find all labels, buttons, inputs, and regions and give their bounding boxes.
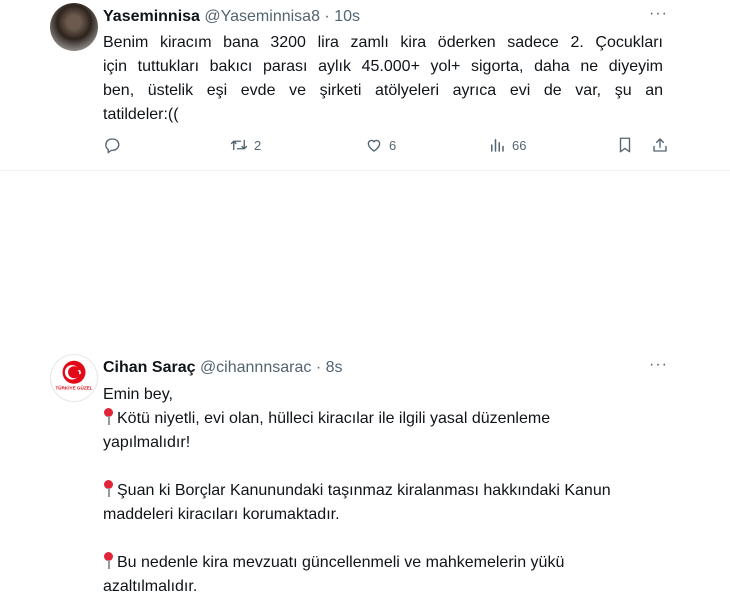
tweet-text-line: Benim kiracım bana 3200 lira zamlı kira … bbox=[103, 34, 663, 51]
display-name[interactable]: Cihan Saraç bbox=[103, 359, 195, 376]
user-handle[interactable]: @cihannnsarac bbox=[200, 359, 311, 376]
timestamp[interactable]: 8s bbox=[326, 359, 343, 376]
view-count: 66 bbox=[512, 137, 527, 153]
point-line: yapılmalıdır! bbox=[103, 434, 191, 451]
timestamp[interactable]: 10s bbox=[334, 8, 360, 25]
point-line: Şuan ki Borçlar Kanunundaki taşınmaz kir… bbox=[117, 482, 611, 499]
views-button[interactable]: 66 bbox=[488, 133, 526, 157]
tweet-text-line: tatildeler:(( bbox=[103, 106, 179, 123]
like-count: 6 bbox=[389, 137, 397, 153]
display-name[interactable]: Yaseminnisa bbox=[103, 8, 200, 25]
heart-icon bbox=[367, 139, 381, 152]
pushpin-icon bbox=[103, 552, 114, 570]
point-line: Kötü niyetli, evi olan, hülleci kiracıla… bbox=[117, 410, 551, 427]
tweet-text: Emin bey, Kötü niyetli, evi olan, hüllec… bbox=[103, 383, 643, 599]
tweet[interactable]: Yaseminnisa @Yaseminnisa8 · 10s ··· Beni… bbox=[0, 0, 730, 170]
user-avatar[interactable]: TÜRKİYE GÜZEL bbox=[50, 354, 98, 402]
more-options-icon[interactable]: ··· bbox=[649, 5, 668, 23]
user-avatar[interactable] bbox=[50, 3, 98, 51]
bookmark-icon bbox=[619, 137, 631, 153]
point-line: maddeleri kiracıları korumaktadır. bbox=[103, 506, 340, 523]
retweet-count: 2 bbox=[254, 137, 262, 153]
tweet-text: Benim kiracım bana 3200 lira zamlı kira … bbox=[103, 31, 663, 127]
greeting-line: Emin bey, bbox=[103, 386, 173, 403]
separator-dot: · bbox=[315, 359, 322, 376]
pushpin-icon bbox=[103, 408, 114, 426]
share-icon bbox=[653, 138, 667, 152]
reply-icon bbox=[105, 138, 120, 154]
point-paragraph: Şuan ki Borçlar Kanunundaki taşınmaz kir… bbox=[103, 479, 643, 527]
separator-dot: · bbox=[324, 8, 330, 25]
turkish-flag-logo-icon: TÜRKİYE GÜZEL bbox=[55, 360, 93, 391]
user-handle[interactable]: @Yaseminnisa8 bbox=[204, 8, 320, 25]
bookmark-button[interactable] bbox=[616, 133, 634, 157]
tweet-header: Yaseminnisa @Yaseminnisa8 · 10s bbox=[103, 7, 360, 27]
retweet-icon bbox=[230, 139, 248, 151]
share-button[interactable] bbox=[651, 133, 669, 157]
pushpin-icon bbox=[103, 480, 114, 498]
like-button[interactable]: 6 bbox=[365, 133, 396, 157]
point-line: Bu nedenle kira mevzuatı güncellenmeli v… bbox=[117, 554, 565, 571]
retweet-button[interactable]: 2 bbox=[230, 133, 261, 157]
point-line: azaltılmalıdır. bbox=[103, 578, 198, 595]
point-paragraph: Bu nedenle kira mevzuatı güncellenmeli v… bbox=[103, 551, 643, 599]
point-paragraph: Kötü niyetli, evi olan, hülleci kiracıla… bbox=[103, 407, 643, 455]
tweet-header: Cihan Saraç @cihannnsarac · 8s bbox=[103, 358, 343, 378]
bar-chart-icon bbox=[491, 139, 504, 152]
reply-button[interactable] bbox=[103, 133, 121, 157]
tweet-text-line: ben, üstelik eşi evde ve şirketi atölyel… bbox=[103, 82, 663, 99]
avatar-logo-text: TÜRKİYE GÜZEL bbox=[55, 385, 92, 391]
tweet-text-line: için tuttukları bakıcı parası aylık 45.0… bbox=[103, 58, 663, 75]
more-options-icon[interactable]: ··· bbox=[649, 356, 668, 374]
tweet[interactable]: TÜRKİYE GÜZEL Cihan Saraç @cihannnsarac … bbox=[0, 171, 730, 595]
tweet-actions: 2 6 66 bbox=[103, 133, 673, 157]
